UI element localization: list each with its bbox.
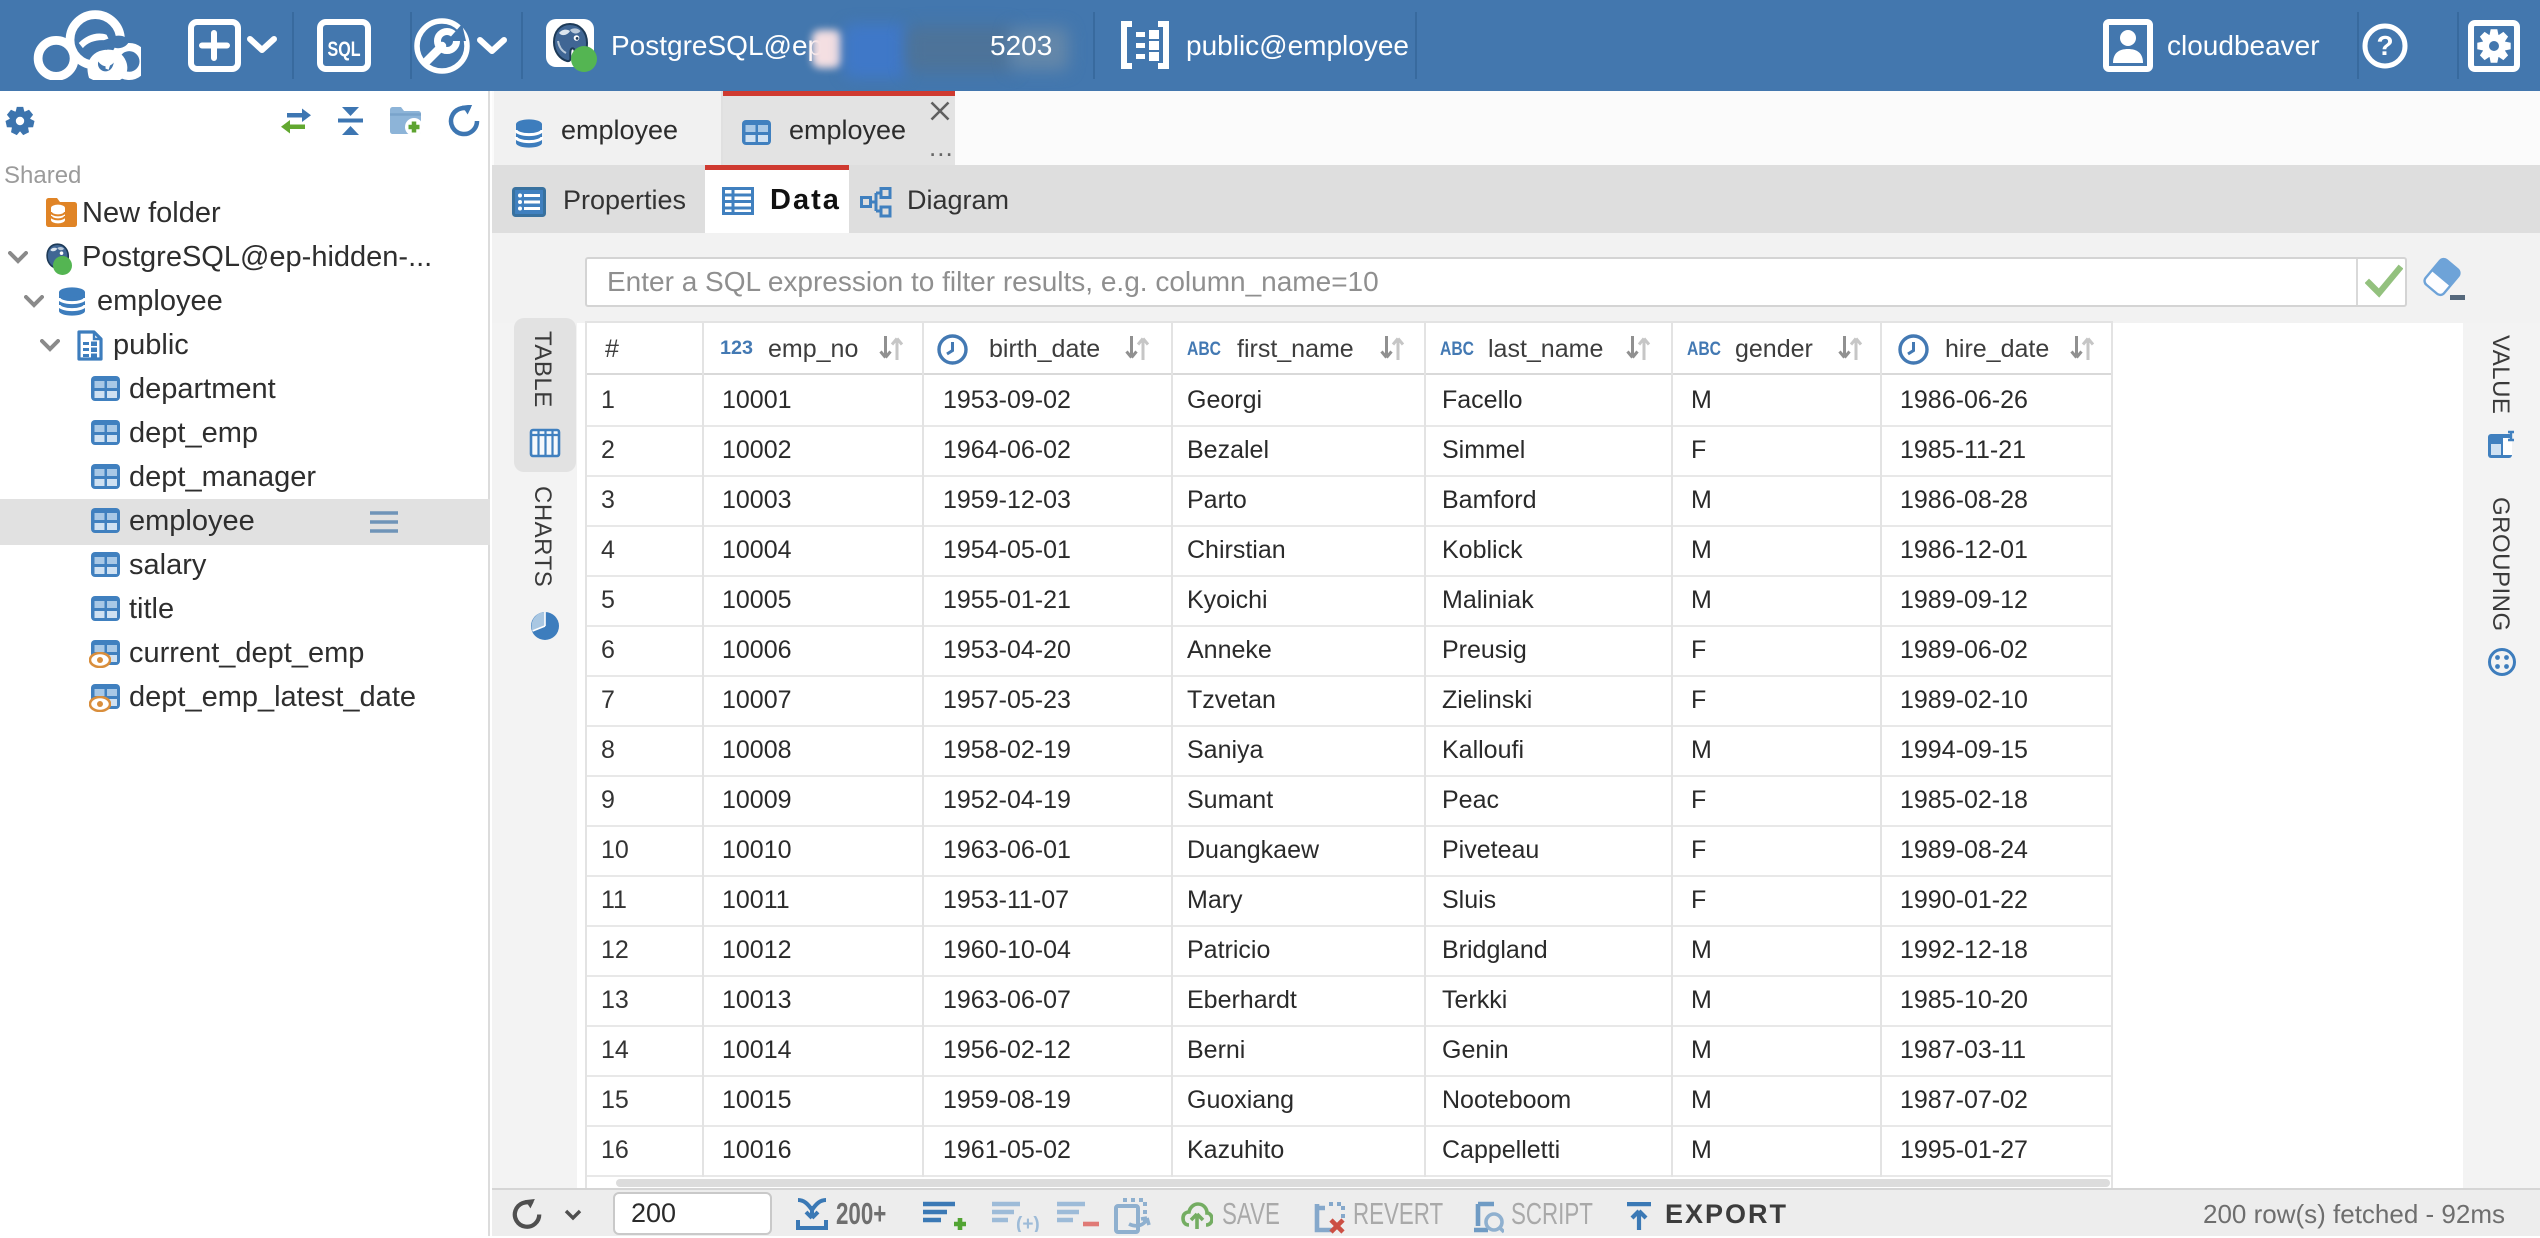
- svg-text:ABC: ABC: [1687, 339, 1721, 360]
- svg-text:123: 123: [720, 338, 753, 359]
- svg-text:?: ?: [2376, 30, 2393, 61]
- svg-text:ABC: ABC: [1187, 339, 1221, 360]
- svg-text:(+): (+): [1016, 1214, 1040, 1232]
- svg-text:SQL: SQL: [328, 38, 361, 61]
- svg-text:ABC: ABC: [1440, 339, 1474, 360]
